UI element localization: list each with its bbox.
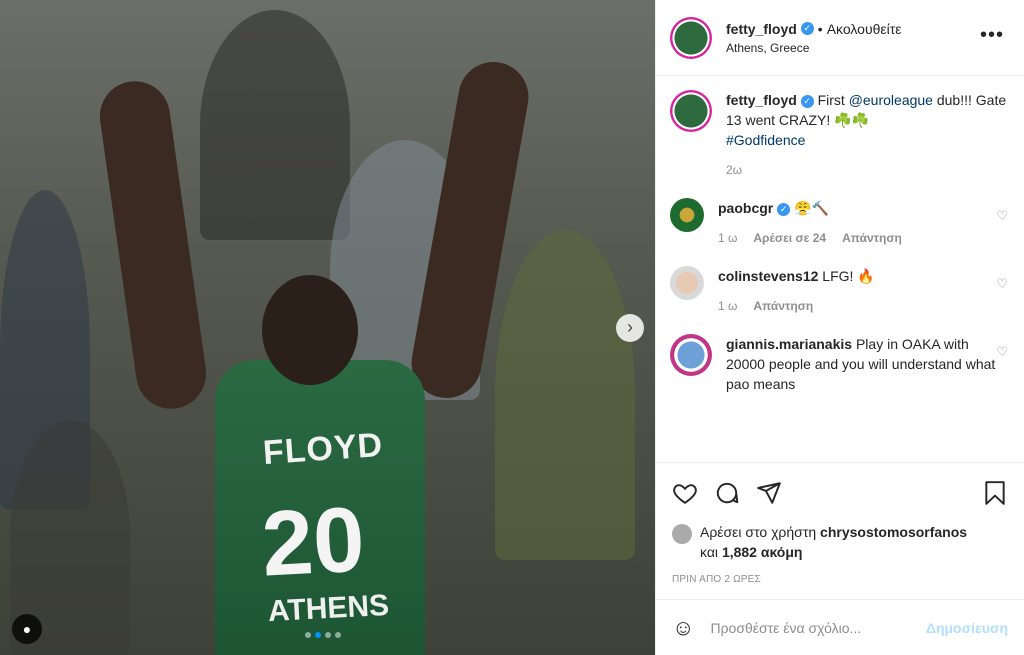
- verified-badge-icon: ✓: [777, 202, 791, 216]
- author-line: fetty_floyd ✓ • Ακολουθείτε: [726, 21, 902, 37]
- chevron-right-icon[interactable]: ›: [616, 314, 644, 342]
- comment-input[interactable]: Προσθέστε ένα σχόλιο...: [710, 620, 925, 636]
- player-left-arm: [95, 76, 211, 414]
- comment-username[interactable]: paobcgr: [718, 200, 773, 216]
- comment-body: giannis.marianakis Play in OAKA with 200…: [726, 334, 1008, 394]
- comment-text: paobcgr ✓ 😤🔨: [718, 198, 1008, 218]
- share-send-icon[interactable]: [756, 480, 782, 506]
- person-icon[interactable]: ●: [12, 614, 42, 644]
- comment: paobcgr ✓ 😤🔨 1 ω Αρέσει σε 24 Απάντηση ♡: [670, 198, 1008, 248]
- carousel-dot: [325, 632, 331, 638]
- comment-text: colinstevens12 LFG! 🔥: [718, 266, 1008, 286]
- likes-count[interactable]: 1,882 ακόμη: [722, 544, 803, 560]
- comment-username[interactable]: giannis.marianakis: [726, 336, 852, 352]
- caption-username[interactable]: fetty_floyd: [726, 92, 797, 108]
- heart-icon[interactable]: ♡: [996, 208, 1008, 224]
- reply-button[interactable]: Απάντηση: [753, 296, 813, 316]
- separator: •: [817, 20, 823, 37]
- hashtag-link[interactable]: #Godfidence: [726, 132, 805, 148]
- caption-meta: 2ω: [726, 160, 1008, 180]
- comment-time[interactable]: 1 ω: [718, 228, 737, 248]
- comments-list[interactable]: fetty_floyd ✓ First @euroleague dub!!! G…: [656, 76, 1024, 462]
- post-sidebar: fetty_floyd ✓ • Ακολουθείτε Athens, Gree…: [655, 0, 1024, 655]
- comment-likes[interactable]: Αρέσει σε 24: [753, 228, 826, 248]
- comment-content: 😤🔨: [794, 200, 829, 216]
- more-options-icon[interactable]: •••: [980, 24, 1004, 47]
- avatar[interactable]: [670, 266, 704, 300]
- comment-text: giannis.marianakis Play in OAKA with 200…: [726, 334, 1008, 394]
- mention-link[interactable]: @euroleague: [849, 92, 933, 108]
- caption: fetty_floyd ✓ First @euroleague dub!!! G…: [670, 90, 1008, 180]
- verified-badge-icon: ✓: [800, 94, 814, 108]
- carousel-dots: [305, 632, 341, 638]
- reply-button[interactable]: Απάντηση: [842, 228, 902, 248]
- caption-time[interactable]: 2ω: [726, 160, 742, 180]
- likes-text: Αρέσει στο χρήστη chrysostomosorfanos κα…: [700, 522, 967, 562]
- comment-meta: 1 ω Αρέσει σε 24 Απάντηση: [718, 228, 1008, 248]
- bookmark-icon[interactable]: [982, 480, 1008, 506]
- comment-content: LFG! 🔥: [822, 268, 875, 284]
- carousel-dot: [305, 632, 311, 638]
- comment-body: colinstevens12 LFG! 🔥 1 ω Απάντηση: [718, 266, 1008, 316]
- author-username[interactable]: fetty_floyd: [726, 21, 797, 37]
- comment-time[interactable]: 1 ω: [718, 296, 737, 316]
- avatar[interactable]: [670, 16, 712, 59]
- comment-meta: 1 ω Απάντηση: [718, 296, 1008, 316]
- post-location[interactable]: Athens, Greece: [726, 41, 902, 55]
- heart-icon[interactable]: ♡: [996, 276, 1008, 292]
- avatar[interactable]: [670, 198, 704, 232]
- post-photo[interactable]: FLOYD 20 ATHENS › ●: [0, 0, 655, 655]
- crowd-figure: [495, 230, 635, 560]
- caption-body: fetty_floyd ✓ First @euroleague dub!!! G…: [726, 90, 1008, 180]
- post-header: fetty_floyd ✓ • Ακολουθείτε Athens, Gree…: [656, 0, 1024, 76]
- carousel-dot: [335, 632, 341, 638]
- avatar[interactable]: [672, 524, 692, 544]
- player-head: [262, 275, 358, 385]
- caption-text-part: First: [817, 92, 849, 108]
- comment: colinstevens12 LFG! 🔥 1 ω Απάντηση ♡: [670, 266, 1008, 316]
- avatar[interactable]: [670, 334, 712, 376]
- post-dialog: FLOYD 20 ATHENS › ● fetty_floyd ✓ • Ακολ…: [0, 0, 1024, 655]
- comment: giannis.marianakis Play in OAKA with 200…: [670, 334, 1008, 394]
- jersey-number: 20: [259, 488, 367, 596]
- jersey-city: ATHENS: [267, 588, 390, 629]
- verified-badge-icon: ✓: [800, 22, 814, 35]
- add-comment-bar: ☺ Προσθέστε ένα σχόλιο... Δημοσίευση: [656, 599, 1024, 655]
- liker-username[interactable]: chrysostomosorfanos: [820, 524, 967, 540]
- comment-bubble-icon[interactable]: [714, 480, 740, 506]
- follow-button[interactable]: Ακολουθείτε: [827, 21, 902, 37]
- likes-summary: Αρέσει στο χρήστη chrysostomosorfanos κα…: [656, 522, 1024, 562]
- comment-body: paobcgr ✓ 😤🔨 1 ω Αρέσει σε 24 Απάντηση: [718, 198, 1008, 248]
- like-heart-icon[interactable]: [672, 480, 698, 506]
- comment-username[interactable]: colinstevens12: [718, 268, 818, 284]
- caption-text: fetty_floyd ✓ First @euroleague dub!!! G…: [726, 90, 1008, 150]
- emoji-icon[interactable]: ☺: [672, 615, 694, 641]
- action-bar: [656, 462, 1024, 522]
- avatar[interactable]: [670, 90, 712, 132]
- likes-prefix: Αρέσει στο χρήστη: [700, 524, 821, 540]
- post-timestamp[interactable]: ΠΡΙΝ ΑΠΟ 2 ΩΡΕΣ: [656, 562, 1024, 599]
- author-meta: fetty_floyd ✓ • Ακολουθείτε Athens, Gree…: [726, 21, 902, 55]
- heart-icon[interactable]: ♡: [996, 344, 1008, 360]
- crowd-figure: [200, 10, 350, 240]
- carousel-dot-active: [315, 632, 321, 638]
- likes-middle: και: [700, 544, 722, 560]
- post-comment-button[interactable]: Δημοσίευση: [926, 620, 1008, 636]
